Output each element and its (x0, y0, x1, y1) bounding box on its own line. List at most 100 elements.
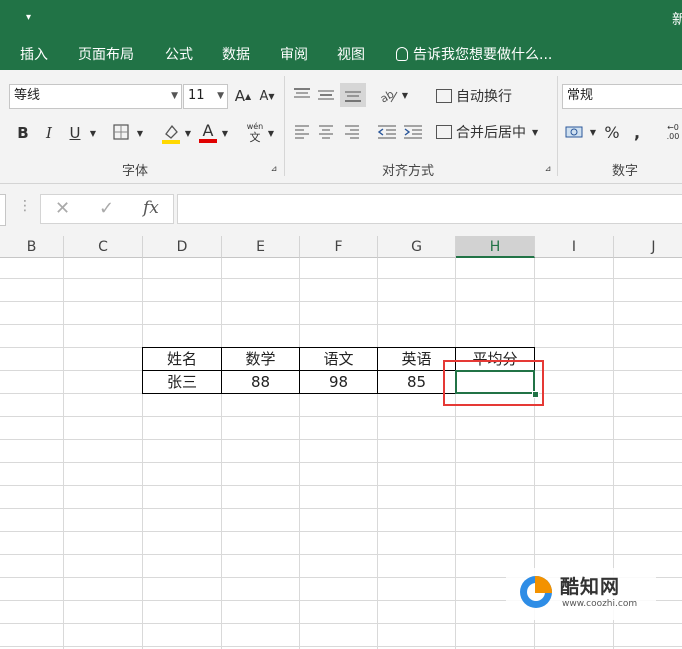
gridline (377, 258, 378, 649)
column-header-i[interactable]: I (535, 236, 614, 258)
quick-access-dropdown-icon[interactable]: ▾ (26, 12, 31, 23)
bold-button[interactable]: B (14, 122, 32, 144)
borders-icon[interactable] (112, 123, 130, 141)
tell-me-text: 告诉我您想要做什么... (413, 47, 553, 63)
gridline (142, 258, 143, 649)
align-bottom-icon[interactable] (340, 83, 366, 107)
font-color-icon[interactable]: A (198, 120, 218, 144)
table-header-math[interactable]: 数学 (222, 348, 299, 370)
tab-insert[interactable]: 插入 (20, 44, 48, 64)
cancel-icon[interactable]: ✕ (55, 198, 70, 219)
column-header-b[interactable]: B (0, 236, 64, 258)
worksheet-grid[interactable]: B C D E F G H I J 姓名 数学 语文 英语 平均分 张三 88 … (0, 236, 682, 649)
window-title-fragment: 新 (672, 12, 682, 28)
chevron-down-icon[interactable]: ▼ (266, 122, 276, 144)
font-name-combo[interactable]: 等线 ▼ (9, 84, 182, 109)
tab-view[interactable]: 视图 (337, 44, 365, 64)
group-label-alignment: 对齐方式 (382, 164, 435, 179)
gridline (0, 485, 682, 486)
group-separator (557, 76, 558, 176)
gridline (63, 258, 64, 649)
tab-page-layout[interactable]: 页面布局 (78, 44, 134, 64)
gridline (0, 554, 682, 555)
align-top-icon[interactable] (292, 86, 312, 104)
chevron-down-icon[interactable]: ▼ (588, 122, 598, 142)
tab-review[interactable]: 审阅 (280, 44, 308, 64)
table-cell-math[interactable]: 88 (222, 371, 299, 393)
merge-center-button[interactable]: 合并后居中 ▼ (436, 121, 554, 143)
fill-color-icon[interactable] (160, 121, 182, 145)
red-highlight-box (443, 360, 544, 406)
gridline (455, 258, 456, 649)
chevron-down-icon[interactable]: ▼ (183, 122, 193, 144)
column-header-f[interactable]: F (300, 236, 378, 258)
increase-font-size-icon[interactable]: A ▲ (234, 86, 252, 106)
formula-bar-area: ⋮ ✕ ✓ fx (0, 184, 682, 236)
orientation-icon[interactable]: ab (378, 85, 400, 105)
tab-data[interactable]: 数据 (222, 44, 250, 64)
merge-center-label: 合并后居中 (456, 125, 526, 141)
tab-formulas[interactable]: 公式 (165, 44, 193, 64)
align-left-icon[interactable] (292, 123, 312, 141)
column-header-d[interactable]: D (143, 236, 222, 258)
font-size-value: 11 (188, 88, 205, 103)
gridline (0, 416, 682, 417)
group-label-number: 数字 (612, 164, 639, 179)
title-bar: ▾ 新 (0, 0, 682, 37)
increase-indent-icon[interactable] (402, 123, 424, 141)
decrease-font-size-icon[interactable]: A ▼ (258, 86, 276, 106)
gridline (221, 258, 222, 649)
gridline (0, 623, 682, 624)
align-right-icon[interactable] (342, 123, 362, 141)
insert-function-icon[interactable]: fx (143, 198, 159, 218)
column-header-g[interactable]: G (378, 236, 456, 258)
table-header-chinese[interactable]: 语文 (300, 348, 377, 370)
table-cell-chinese[interactable]: 98 (300, 371, 377, 393)
svg-text:ab: ab (379, 87, 396, 104)
formula-bar-buttons: ✕ ✓ fx (40, 194, 174, 224)
font-size-combo[interactable]: 11 ▼ (183, 84, 228, 109)
table-header-name[interactable]: 姓名 (143, 348, 221, 370)
ribbon-tab-bar: 插入 页面布局 公式 数据 审阅 视图 告诉我您想要做什么... (0, 37, 682, 70)
chevron-down-icon[interactable]: ▼ (135, 122, 145, 144)
italic-button[interactable]: I (40, 122, 58, 144)
chevron-down-icon[interactable]: ▼ (220, 122, 230, 144)
wrap-text-button[interactable]: 自动换行 (436, 85, 522, 107)
gridline (299, 258, 300, 649)
gridline (0, 462, 682, 463)
formula-bar-grip-icon: ⋮ (18, 198, 32, 214)
decrease-indent-icon[interactable] (376, 123, 398, 141)
column-header-e[interactable]: E (222, 236, 300, 258)
increase-decimal-icon[interactable]: ←0.00 (663, 120, 682, 144)
column-header-h[interactable]: H (456, 236, 535, 258)
chevron-down-icon: ▼ (171, 91, 178, 101)
underline-button[interactable]: U (66, 122, 84, 144)
gridline (0, 278, 682, 279)
comma-style-icon[interactable]: , (630, 122, 644, 142)
tell-me-box[interactable]: 告诉我您想要做什么... (396, 44, 552, 64)
number-format-combo[interactable]: 常规 (562, 84, 682, 109)
name-box[interactable] (0, 194, 6, 226)
align-middle-icon[interactable] (316, 86, 336, 104)
wrap-text-icon (436, 89, 452, 103)
lightbulb-icon (396, 47, 408, 61)
watermark: 酷知网 www.coozhi.com (506, 568, 656, 620)
ribbon: 等线 ▼ 11 ▼ A ▲ A ▼ B I U ▼ ▼ ▼ A ▼ wén 文 ▼ 字… (0, 70, 682, 184)
column-header-c[interactable]: C (64, 236, 143, 258)
dialog-launcher-icon[interactable]: ⊿ (270, 164, 278, 173)
phonetic-guide-icon[interactable]: wén 文 (245, 120, 265, 144)
group-label-font: 字体 (122, 164, 149, 179)
percent-style-icon[interactable]: % (603, 122, 621, 142)
align-center-icon[interactable] (316, 123, 336, 141)
column-header-j[interactable]: J (614, 236, 682, 258)
enter-icon[interactable]: ✓ (99, 198, 114, 219)
dialog-launcher-icon[interactable]: ⊿ (544, 164, 552, 173)
chevron-down-icon[interactable]: ▼ (88, 122, 98, 144)
font-name-value: 等线 (14, 88, 41, 103)
accounting-format-icon[interactable] (564, 122, 586, 142)
table-cell-name[interactable]: 张三 (143, 371, 221, 393)
chevron-down-icon[interactable]: ▼ (400, 86, 410, 104)
wrap-text-label: 自动换行 (456, 89, 512, 105)
number-format-value: 常规 (567, 88, 594, 103)
formula-input[interactable] (177, 194, 682, 224)
